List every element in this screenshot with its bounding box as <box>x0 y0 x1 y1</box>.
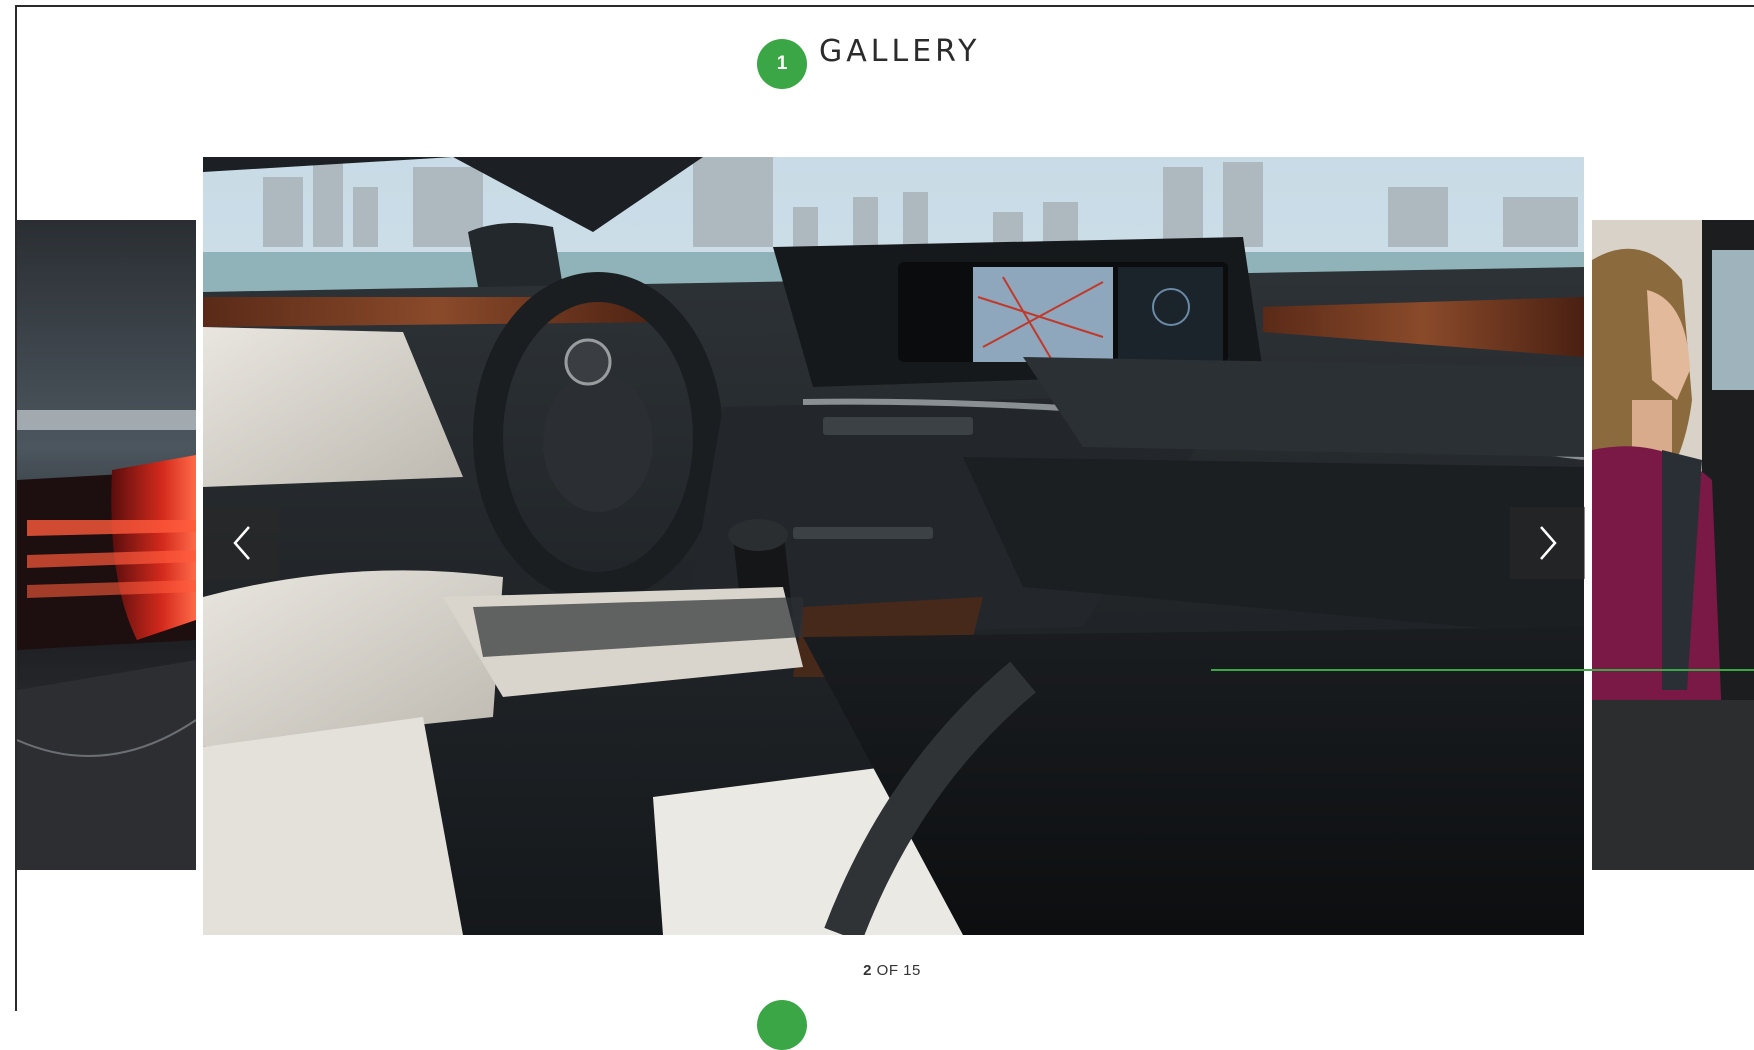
gallery-slide-current <box>203 157 1584 935</box>
slide-counter: 2 OF 15 <box>0 962 1754 979</box>
slide-counter-current: 2 <box>863 962 872 979</box>
next-slide-button[interactable] <box>1510 507 1585 579</box>
slide-counter-separator: OF <box>876 962 899 979</box>
chevron-right-icon <box>1539 526 1557 560</box>
gallery-title: GALLERY <box>819 34 981 69</box>
slide-counter-total: 15 <box>903 962 921 979</box>
step-badge: 1 <box>757 39 807 89</box>
gallery-slide-next[interactable] <box>1592 220 1754 870</box>
annotation-callout-line <box>1211 669 1754 671</box>
driver-image <box>1592 220 1754 870</box>
step-badge-next <box>757 1000 807 1050</box>
tail-light-image <box>17 220 196 870</box>
previous-slide-button[interactable] <box>204 507 279 579</box>
gallery-slide-previous[interactable] <box>17 220 196 870</box>
interior-dashboard-image <box>203 157 1584 935</box>
chevron-left-icon <box>232 526 250 560</box>
